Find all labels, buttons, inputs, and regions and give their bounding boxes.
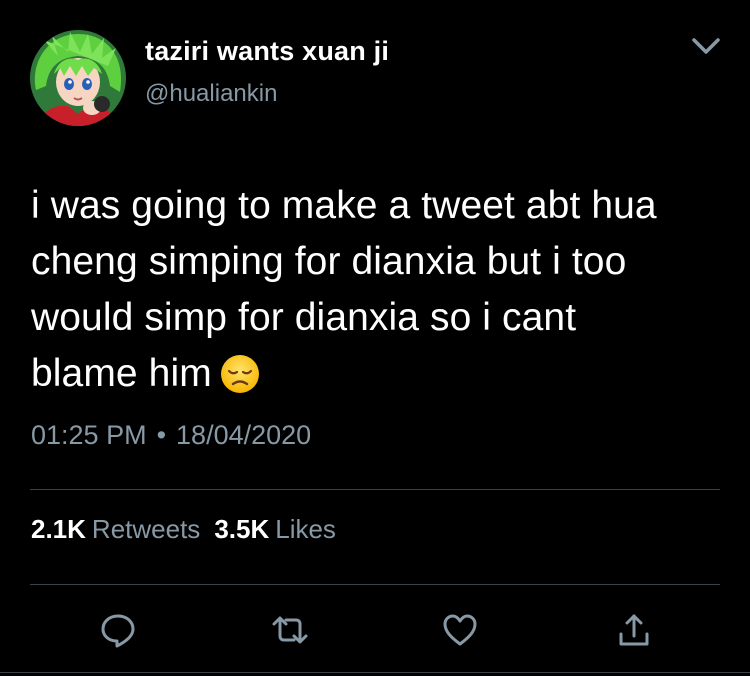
avatar[interactable] (30, 30, 126, 126)
tweet-text-line: would simp for dianxia so i cant (31, 296, 577, 339)
like-button[interactable] (440, 610, 480, 650)
avatar-image (30, 30, 126, 126)
tweet-text: i was going to make a tweet abt hua chen… (31, 178, 711, 402)
retweets-count: 2.1K (31, 514, 86, 544)
divider (30, 489, 720, 490)
reply-button[interactable] (98, 610, 138, 650)
heart-icon (443, 614, 477, 646)
divider (30, 584, 720, 585)
meta-separator: • (156, 420, 167, 450)
retweets-label: Retweets (91, 514, 201, 544)
retweet-button[interactable] (270, 610, 310, 650)
likes-stat[interactable]: 3.5K Likes (214, 514, 336, 544)
tweet-text-line: blame him (31, 352, 212, 395)
tweet-time: 01:25 PM (31, 420, 147, 450)
engagement-stats: 2.1K Retweets 3.5K Likes (31, 514, 336, 545)
divider (0, 672, 750, 673)
tweet-timestamp[interactable]: 01:25 PM • 18/04/2020 (31, 420, 311, 451)
share-icon (619, 614, 649, 646)
likes-label: Likes (275, 514, 336, 544)
tweet-date: 18/04/2020 (176, 420, 312, 450)
display-name[interactable]: taziri wants xuan ji (145, 36, 389, 67)
retweets-stat[interactable]: 2.1K Retweets (31, 514, 200, 544)
tweet-text-line-last: blame him (31, 346, 711, 402)
chevron-down-icon[interactable] (688, 32, 724, 60)
retweet-icon (272, 616, 308, 644)
disappointed-face-emoji (220, 354, 260, 394)
tweet-card: taziri wants xuan ji @hualiankin i was g… (0, 0, 750, 676)
user-handle[interactable]: @hualiankin (145, 80, 277, 108)
share-button[interactable] (614, 610, 654, 650)
tweet-text-line: i was going to make a tweet abt hua (31, 184, 657, 227)
likes-count: 3.5K (214, 514, 270, 544)
tweet-text-line: cheng simping for dianxia but i too (31, 240, 627, 283)
reply-icon (101, 614, 135, 648)
